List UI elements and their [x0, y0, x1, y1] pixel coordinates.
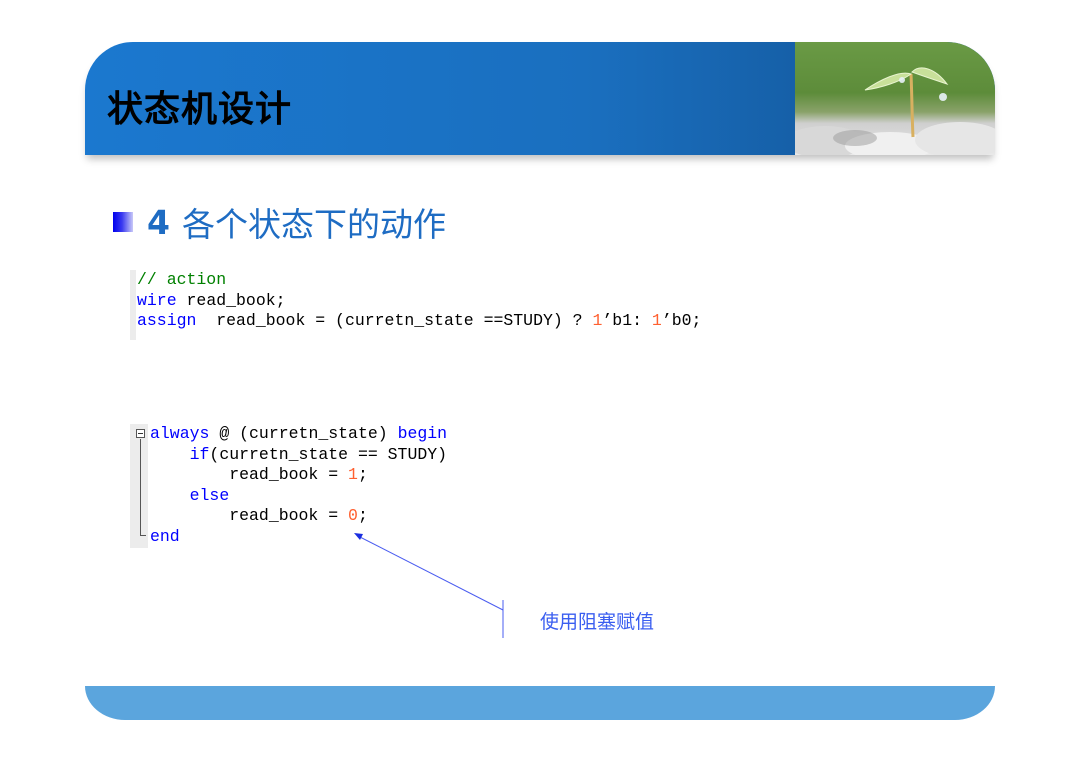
callout-label: 使用阻塞赋值: [540, 611, 655, 633]
callout-arrow: [354, 533, 504, 638]
arrowhead-icon: [354, 533, 363, 540]
callout-arrow-line: [357, 535, 504, 611]
slide-footer-bar: [85, 686, 995, 720]
